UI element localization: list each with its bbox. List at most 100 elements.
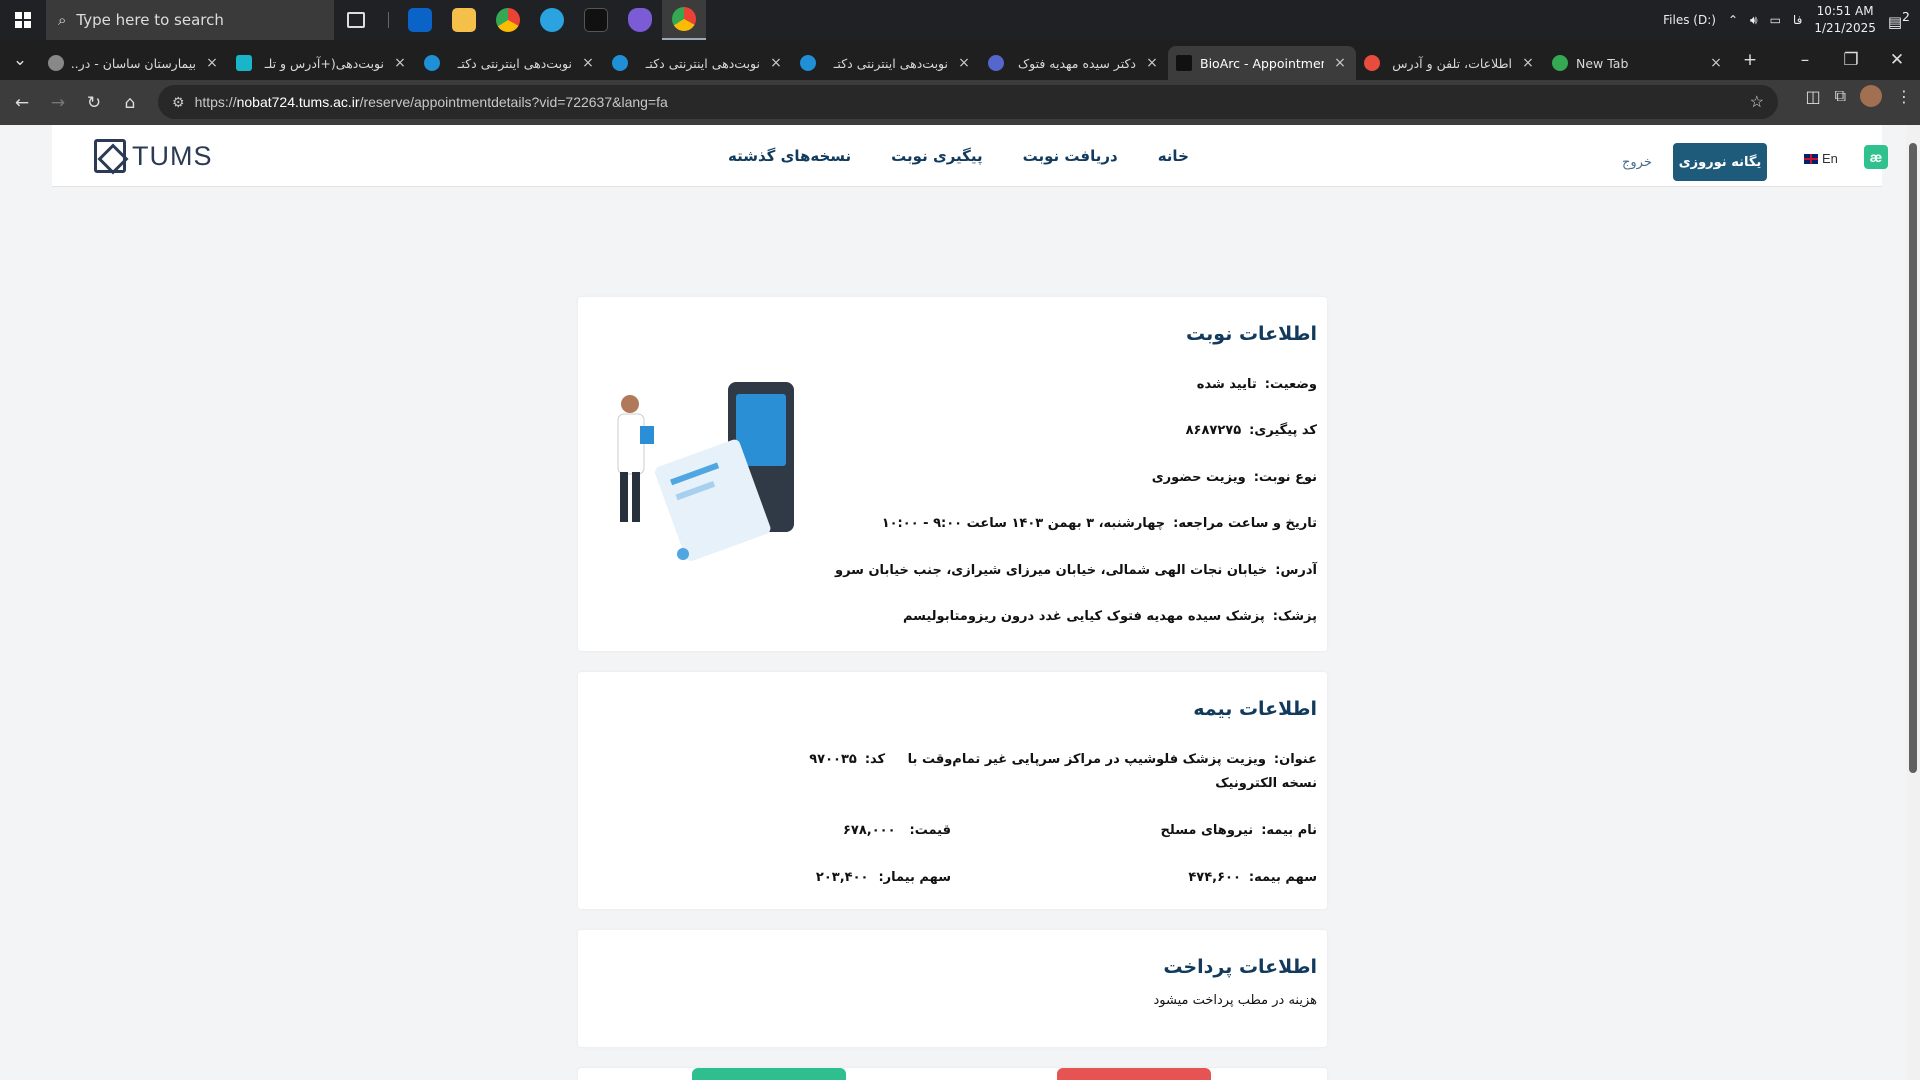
- insurance-code-value: ۹۷۰۰۳۵: [809, 752, 857, 767]
- nav-home[interactable]: خانه: [1158, 147, 1189, 165]
- outlook-icon: [408, 8, 432, 32]
- outlook-app[interactable]: [398, 0, 442, 40]
- insurance-title: اطلاعات بیمه: [1193, 698, 1317, 720]
- tab-title: New Tab: [1576, 55, 1629, 71]
- insurance-share-label: سهم بیمه:: [1248, 870, 1317, 885]
- profile-avatar[interactable]: [1860, 85, 1882, 107]
- close-icon[interactable]: ×: [1708, 55, 1724, 71]
- chevron-up-icon[interactable]: ⌃: [1728, 13, 1738, 27]
- actions-card: [578, 1068, 1327, 1080]
- tab-nobat-3[interactable]: × نوبت‌دهی اینترنتی دکتـ: [792, 46, 980, 80]
- close-icon[interactable]: ×: [1144, 55, 1160, 71]
- close-icon[interactable]: ×: [956, 55, 972, 71]
- close-icon[interactable]: ×: [204, 55, 220, 71]
- logout-link[interactable]: خروج: [1622, 155, 1652, 170]
- reading-mode-icon[interactable]: ◫: [1805, 87, 1820, 106]
- tab-info-address[interactable]: × اطلاعات، تلفن و آدرس: [1356, 46, 1544, 80]
- datetime-value: چهارشنبه، ۳ بهمن ۱۴۰۳ ساعت ۹:۰۰ - ۱۰:۰۰: [881, 516, 1166, 531]
- tab-doctor-fotook[interactable]: × دکتر سیده مهدیه فتوک: [980, 46, 1168, 80]
- logo-text: TUMS: [132, 140, 213, 171]
- insurance-subject-row: عنوان: ویزیت پزشک فلوشیپ در مراکز سرپایی …: [809, 752, 1317, 767]
- network-icon[interactable]: ▭: [1770, 13, 1781, 27]
- close-icon[interactable]: ×: [392, 55, 408, 71]
- task-view-button[interactable]: [334, 0, 378, 40]
- site-header: TUMS خانه دریافت نوبت پیگیری نوبت نسخه‌ه…: [52, 125, 1888, 187]
- insurance-code-label: کد:: [864, 752, 886, 767]
- uk-flag-icon: [1804, 153, 1818, 164]
- clock-date: 1/21/2025: [1814, 21, 1876, 35]
- tab-new-tab[interactable]: New Tab ×: [1544, 46, 1732, 80]
- address-row: آدرس: خیابان نجات الهی شمالی، خیابان میرز…: [835, 563, 1317, 578]
- status-label: وضعیت:: [1264, 377, 1317, 392]
- notification-icon[interactable]: ▤2: [1888, 9, 1910, 31]
- forward-button[interactable]: →: [40, 85, 76, 121]
- capcut-app[interactable]: [574, 0, 618, 40]
- site-info-icon[interactable]: ⚙: [172, 94, 185, 111]
- chevron-down-icon: ⌄: [12, 50, 28, 70]
- volume-icon[interactable]: 🔊︎: [1750, 13, 1758, 28]
- url-host: nobat724.tums.ac.ir: [236, 94, 360, 110]
- chrome-app[interactable]: [486, 0, 530, 40]
- close-icon[interactable]: ×: [768, 55, 784, 71]
- obsidian-icon: [628, 8, 652, 32]
- back-button[interactable]: ←: [4, 85, 40, 121]
- tab-title: نوبت‌دهی اینترنتی دکتـ: [457, 55, 572, 71]
- kebab-menu-icon[interactable]: ⋮: [1896, 87, 1912, 106]
- close-icon[interactable]: ×: [1520, 55, 1536, 71]
- insurance-name-label: نام بیمه:: [1261, 823, 1317, 838]
- obsidian-app[interactable]: [618, 0, 662, 40]
- star-icon[interactable]: ☆: [1750, 92, 1764, 112]
- nav-track-appointment[interactable]: پیگیری نوبت: [891, 147, 982, 165]
- taskbar-search[interactable]: ⌕ Type here to search: [46, 0, 334, 40]
- chrome-profile-app[interactable]: [662, 0, 706, 40]
- minimize-button[interactable]: –: [1782, 42, 1828, 78]
- tums-logo[interactable]: TUMS: [94, 139, 213, 173]
- doctor-illustration: [617, 382, 794, 561]
- restore-button[interactable]: ❐: [1828, 42, 1874, 78]
- home-button[interactable]: ⌂: [112, 85, 148, 121]
- address-value: خیابان نجات الهی شمالی، خیابان میرزای شی…: [834, 563, 1268, 578]
- close-icon[interactable]: ×: [1332, 55, 1348, 71]
- tab-nobat-1[interactable]: × نوبت‌دهی اینترنتی دکتـ: [416, 46, 604, 80]
- tab-nobat-2[interactable]: × نوبت‌دهی اینترنتی دکتـ: [604, 46, 792, 80]
- scrollbar-thumb[interactable]: [1909, 143, 1917, 773]
- ae-extension-icon[interactable]: æ: [1864, 145, 1888, 169]
- clock[interactable]: 10:51 AM 1/21/2025: [1814, 3, 1876, 37]
- reload-button[interactable]: ↻: [76, 85, 112, 121]
- language-indicator[interactable]: فا: [1793, 13, 1802, 27]
- language-switch[interactable]: En: [1804, 151, 1838, 166]
- url-bar[interactable]: ⚙ https://nobat724.tums.ac.ir/reserve/ap…: [158, 85, 1778, 119]
- insurance-card: اطلاعات بیمه عنوان: ویزیت پزشک فلوشیپ در …: [578, 672, 1327, 909]
- file-explorer-app[interactable]: [442, 0, 486, 40]
- site-favicon-icon: [988, 55, 1004, 71]
- plus-icon: +: [1742, 50, 1758, 70]
- chrome-icon: [496, 8, 520, 32]
- page-scrollbar[interactable]: [1906, 125, 1920, 1080]
- telegram-app[interactable]: [530, 0, 574, 40]
- extensions-icon[interactable]: ⧉: [1835, 86, 1846, 106]
- tab-sasan-hospital[interactable]: × بیمارستان ساسان - در...: [40, 46, 228, 80]
- patient-share-row: سهم بیمار: ۲۰۳,۴۰۰: [816, 870, 951, 885]
- user-button[interactable]: یگانه نوروزی: [1673, 143, 1767, 181]
- tab-search-button[interactable]: ⌄: [0, 42, 40, 78]
- nav-get-appointment[interactable]: دریافت نوبت: [1023, 147, 1118, 165]
- insurance-subject-label: عنوان:: [1273, 752, 1317, 767]
- start-button[interactable]: [0, 0, 46, 40]
- tracking-code-value: ۸۶۸۷۲۷۵: [1185, 423, 1242, 438]
- taskbar-divider: [378, 0, 398, 40]
- language-label: En: [1822, 151, 1838, 166]
- tab-bioarc[interactable]: BioArc - Appointmen ×: [1168, 46, 1356, 80]
- close-icon[interactable]: ×: [580, 55, 596, 71]
- files-drive-label[interactable]: Files (D:): [1663, 13, 1716, 27]
- tums-logo-icon: [94, 139, 126, 173]
- tab-nobat-address[interactable]: × نوبت‌دهی(+آدرس و تلـ: [228, 46, 416, 80]
- site-favicon-icon: [236, 55, 252, 71]
- window-close-button[interactable]: ✕: [1874, 42, 1920, 78]
- url-prefix: https://: [194, 94, 237, 110]
- new-tab-button[interactable]: +: [1732, 42, 1768, 78]
- site-favicon-icon: [424, 55, 440, 71]
- cancel-button[interactable]: [1057, 1068, 1211, 1080]
- nav-past-prescriptions[interactable]: نسخه‌های گذشته: [728, 147, 851, 165]
- web-page: TUMS خانه دریافت نوبت پیگیری نوبت نسخه‌ه…: [0, 125, 1906, 1080]
- confirm-button[interactable]: [692, 1068, 846, 1080]
